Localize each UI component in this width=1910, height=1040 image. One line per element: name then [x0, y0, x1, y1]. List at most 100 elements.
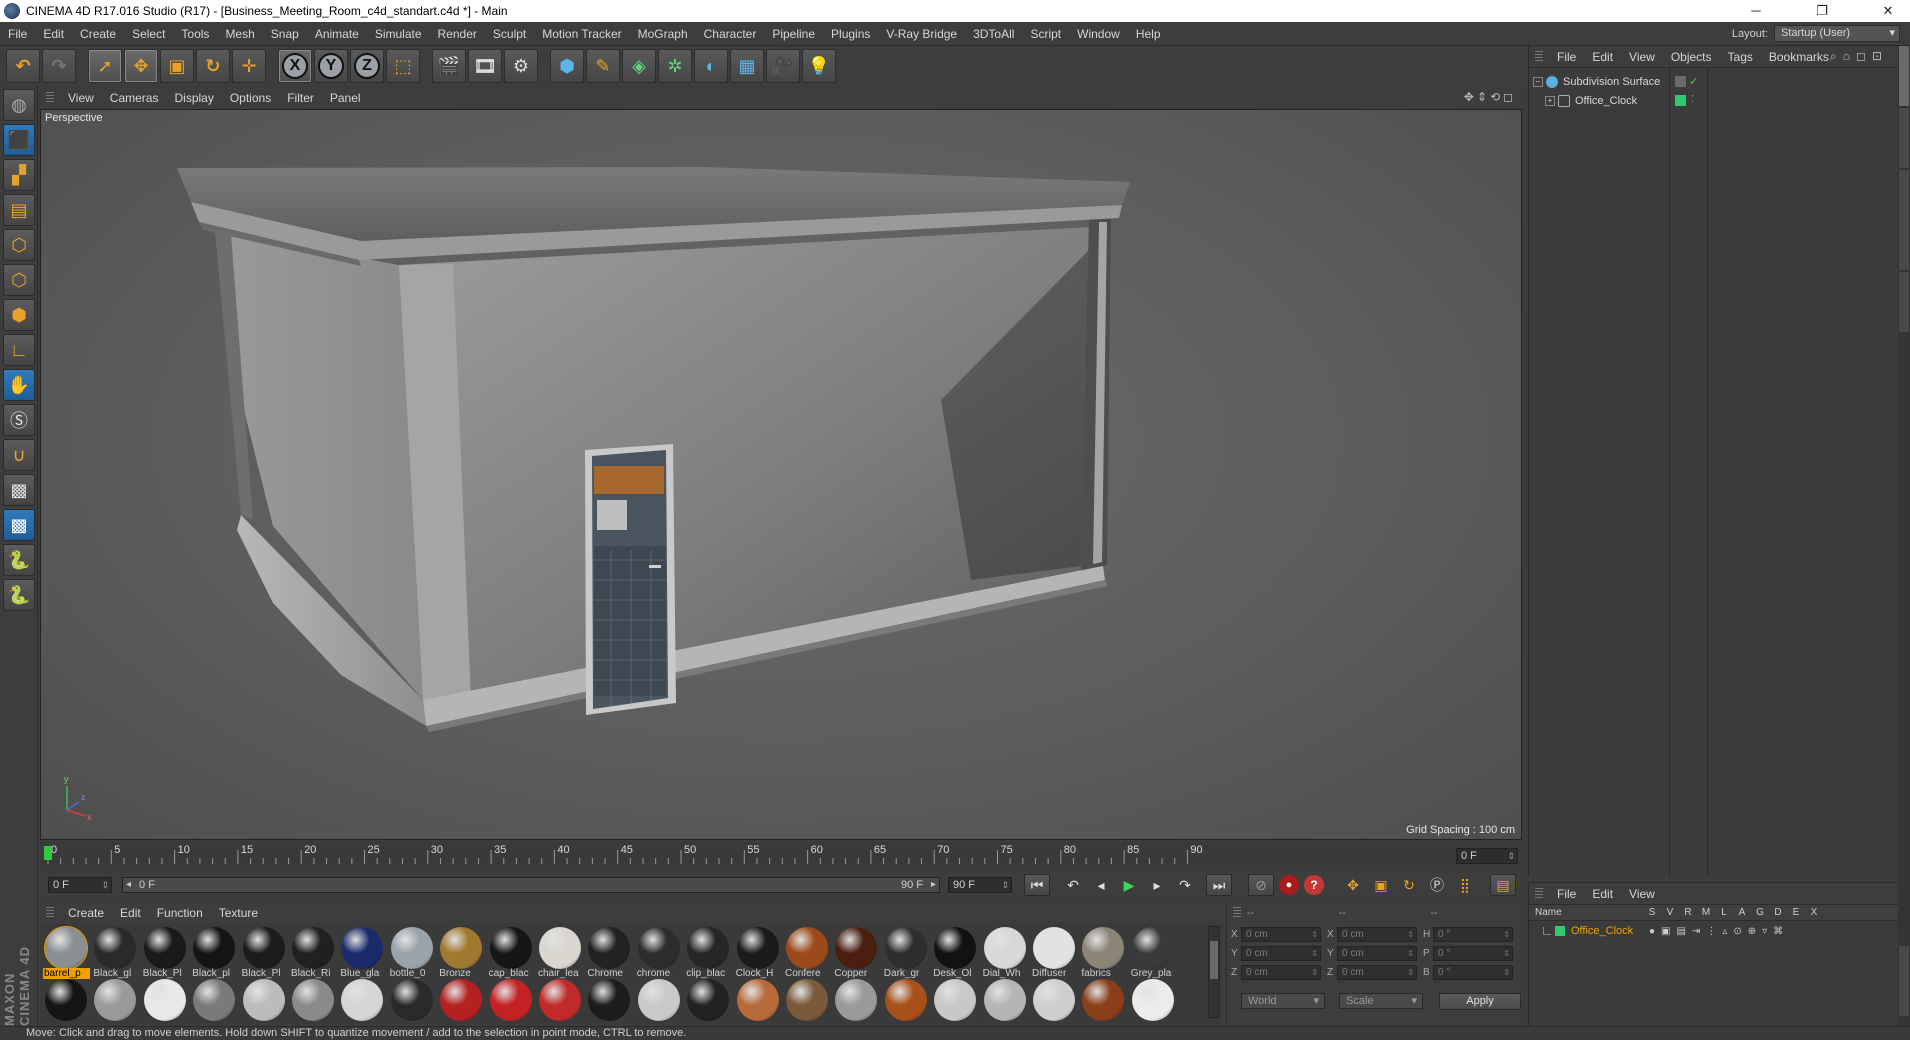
polygons-mode-button[interactable]: ⬢ [3, 299, 35, 331]
coordinate-mode-dropdown[interactable]: World [1241, 993, 1325, 1009]
material-swatch[interactable]: chrome [636, 926, 683, 979]
column-expressions[interactable]: E [1789, 907, 1803, 918]
material-swatch[interactable]: Confere [784, 926, 831, 979]
menu-render[interactable]: Render [430, 27, 485, 41]
viewport-navigation-icons[interactable]: ✥⇕⟲◻ [1464, 90, 1516, 104]
menu-vray-bridge[interactable]: V-Ray Bridge [878, 27, 965, 41]
range-left-arrow-icon[interactable]: ◂ [126, 879, 131, 890]
cloner-button[interactable]: ✲ [658, 49, 692, 83]
material-swatch[interactable] [784, 978, 831, 1024]
cube-object-button[interactable]: ⬢ [550, 49, 584, 83]
camera-button[interactable]: 🎥 [766, 49, 800, 83]
object-row-office-clock[interactable]: + Office_Clock [1529, 92, 1899, 110]
live-selection-tool-button[interactable]: ➚ [88, 49, 122, 83]
material-swatch[interactable] [685, 978, 732, 1024]
menu-edit[interactable]: Edit [35, 27, 72, 41]
objects-menu-edit[interactable]: Edit [1584, 50, 1621, 64]
objects-menu-bookmarks[interactable]: Bookmarks [1761, 50, 1837, 64]
record-keys-button[interactable]: ⊘ [1248, 874, 1274, 896]
material-swatch[interactable]: Dark_gr [883, 926, 930, 979]
layer-name[interactable]: Office_Clock [1571, 925, 1633, 937]
axis-mode-button[interactable]: ∟ [3, 334, 35, 366]
column-solo[interactable]: S [1645, 907, 1659, 918]
key-parameter-button[interactable]: Ⓟ [1424, 874, 1450, 896]
restore-button[interactable]: ❐ [1800, 0, 1844, 22]
previous-frame-button[interactable]: ◂ [1088, 874, 1114, 896]
menu-simulate[interactable]: Simulate [367, 27, 430, 41]
material-swatch[interactable]: Black_Pl [241, 926, 288, 979]
material-swatch[interactable] [982, 978, 1029, 1024]
viewport-menu-cameras[interactable]: Cameras [102, 91, 167, 105]
object-manager-nav-icons[interactable]: ⌕⌂◻⊡ [1830, 49, 1888, 64]
material-swatch[interactable] [241, 978, 288, 1024]
viewport-menu-options[interactable]: Options [222, 91, 279, 105]
column-animation[interactable]: A [1735, 907, 1749, 918]
preview-range-slider[interactable]: ◂ 0 F 90 F ▸ [122, 877, 940, 893]
viewport-menu-filter[interactable]: Filter [279, 91, 322, 105]
rotation-h-field[interactable]: 0 ° [1433, 927, 1513, 942]
size-y-field[interactable]: 0 cm [1337, 946, 1417, 961]
go-to-start-button[interactable]: ⏮ [1024, 874, 1050, 896]
menu-motion-tracker[interactable]: Motion Tracker [534, 27, 629, 41]
panel-grip[interactable] [1535, 887, 1543, 900]
object-row-subdivision-surface[interactable]: − Subdivision Surface [1529, 73, 1899, 91]
column-generators[interactable]: G [1753, 907, 1767, 918]
tab-takes[interactable] [1899, 108, 1909, 168]
material-menu-function[interactable]: Function [149, 906, 211, 920]
layers-menu-view[interactable]: View [1621, 887, 1663, 901]
tweak-mode-button[interactable]: ✋ [3, 369, 35, 401]
timeline-layout-button[interactable]: ▤ [1490, 874, 1516, 896]
scale-tool-button[interactable]: ▣ [160, 49, 194, 83]
objects-menu-file[interactable]: File [1549, 50, 1584, 64]
material-swatch[interactable] [932, 978, 979, 1024]
rotation-b-field[interactable]: 0 ° [1433, 965, 1513, 980]
key-rotation-button[interactable]: ↻ [1396, 874, 1422, 896]
panel-grip[interactable] [1535, 50, 1543, 63]
apply-button[interactable]: Apply [1439, 993, 1521, 1010]
material-swatch[interactable]: clip_blac [685, 926, 732, 979]
material-swatch[interactable] [636, 978, 683, 1024]
material-swatch[interactable] [339, 978, 386, 1024]
layers-menu-file[interactable]: File [1549, 887, 1584, 901]
deformer-button[interactable]: ◐ [694, 49, 728, 83]
panel-grip[interactable] [46, 907, 54, 919]
objects-menu-view[interactable]: View [1621, 50, 1663, 64]
render-settings-button[interactable]: ⚙ [504, 49, 538, 83]
rotate-tool-button[interactable]: ↻ [196, 49, 230, 83]
material-swatch[interactable]: Black_pl [191, 926, 238, 979]
snapping-button[interactable]: ∪ [3, 439, 35, 471]
material-swatch[interactable] [1130, 978, 1177, 1024]
material-swatch[interactable]: barrel_p [43, 926, 90, 979]
menu-help[interactable]: Help [1128, 27, 1169, 41]
expand-icon[interactable]: + [1545, 96, 1555, 106]
layout-dropdown[interactable]: Startup (User) [1774, 25, 1900, 42]
material-swatch[interactable] [438, 978, 485, 1024]
menu-animate[interactable]: Animate [307, 27, 367, 41]
planar-workplane-button[interactable]: ▩ [3, 509, 35, 541]
material-swatch[interactable] [833, 978, 880, 1024]
material-swatch[interactable]: bottle_0 [389, 926, 436, 979]
layer-color-icon[interactable] [1675, 95, 1686, 106]
material-swatch[interactable]: Bronze [438, 926, 485, 979]
material-swatch[interactable]: Clock_H [735, 926, 782, 979]
collapse-icon[interactable]: − [1533, 77, 1543, 87]
material-scrollbar-thumb[interactable] [1210, 941, 1218, 979]
column-name[interactable]: Name [1535, 907, 1562, 918]
layer-toggle-icons[interactable]: ●▣▤⇥⋮▵⊙⊕▿⌘ [1649, 926, 1789, 937]
perspective-viewport[interactable]: y x z Perspective Grid Spacing : 100 cm [40, 109, 1522, 840]
menu-mograph[interactable]: MoGraph [630, 27, 696, 41]
next-frame-button[interactable]: ▸ [1144, 874, 1170, 896]
material-swatch[interactable] [191, 978, 238, 1024]
material-swatch[interactable]: Black_gl [92, 926, 139, 979]
python-script-2-button[interactable]: 🐍 [3, 579, 35, 611]
objects-menu-objects[interactable]: Objects [1663, 50, 1720, 64]
start-frame-field[interactable]: 0 F [48, 877, 112, 893]
tab-content-browser[interactable] [1899, 170, 1909, 270]
x-axis-lock-button[interactable]: X [278, 49, 312, 83]
material-swatch[interactable]: Desk_Ol [932, 926, 979, 979]
material-swatch[interactable]: Blue_gla [339, 926, 386, 979]
material-swatch[interactable]: Diffuser [1031, 926, 1078, 979]
material-swatch[interactable] [883, 978, 930, 1024]
end-frame-field[interactable]: 90 F [948, 877, 1012, 893]
menu-sculpt[interactable]: Sculpt [485, 27, 534, 41]
